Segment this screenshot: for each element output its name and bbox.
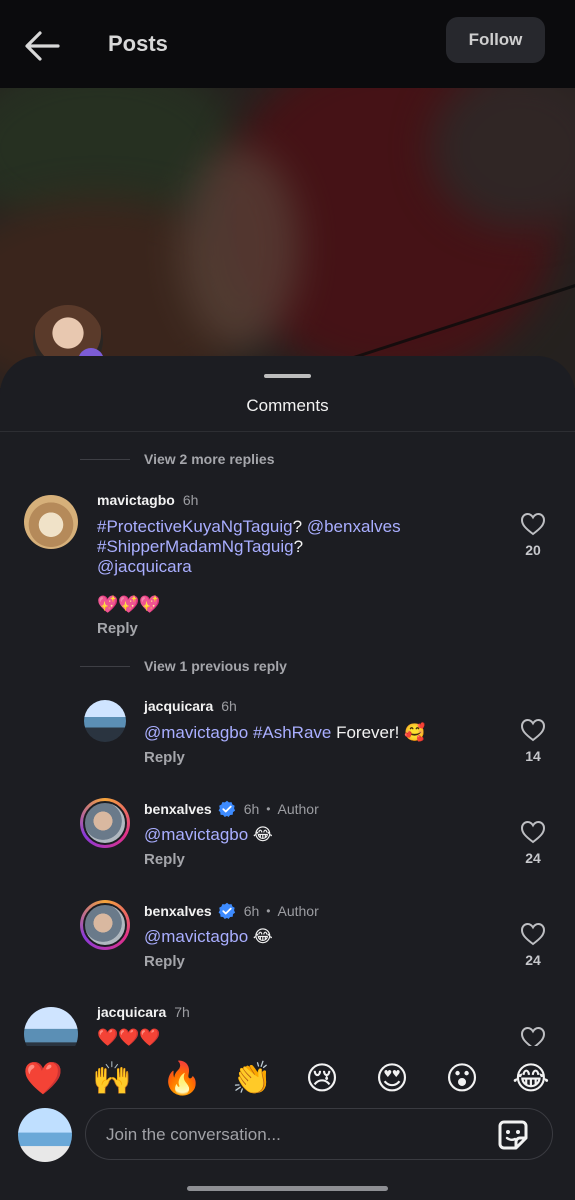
comment-body: @mavictagbo 😂	[144, 927, 484, 947]
verified-badge-icon	[218, 800, 235, 817]
like-button[interactable]: 14	[513, 718, 553, 764]
view-more-replies-label: View 2 more replies	[144, 451, 275, 467]
reaction-heart-eyes[interactable]: 😍	[370, 1056, 414, 1100]
comment-username[interactable]: jacquicara	[97, 1004, 166, 1020]
text-fragment: 😂	[248, 825, 273, 844]
avatar[interactable]	[80, 798, 130, 848]
text-fragment: Forever! 🥰	[331, 723, 426, 742]
mention[interactable]: @jacquicara	[97, 557, 192, 576]
comment-username[interactable]: benxalves	[144, 903, 212, 919]
like-count: 14	[525, 748, 541, 764]
text-fragment: 😂	[248, 927, 273, 946]
heart-icon	[520, 820, 546, 844]
comment-username[interactable]: jacquicara	[144, 698, 213, 714]
author-label: Author	[277, 801, 319, 817]
back-arrow-icon[interactable]	[22, 28, 62, 64]
quick-reactions-row: ❤️ 🙌 🔥 👏 😢 😍 😮 😂	[0, 1056, 575, 1102]
hashtag[interactable]: #AshRave	[253, 723, 331, 742]
heart-icon	[520, 922, 546, 946]
verified-badge-icon	[218, 902, 235, 919]
comment-time: 6h	[221, 698, 237, 714]
mention[interactable]: @mavictagbo	[144, 927, 248, 946]
page-title: Posts	[108, 31, 168, 56]
like-button[interactable]: 24	[513, 922, 553, 968]
heart-icon	[520, 718, 546, 742]
reaction-laughing[interactable]: 😂	[509, 1056, 553, 1100]
reaction-clap[interactable]: 👏	[230, 1056, 274, 1100]
view-previous-reply-button[interactable]: View 1 previous reply	[80, 658, 287, 674]
like-button[interactable]: 20	[513, 512, 553, 558]
comment-username[interactable]: benxalves	[144, 801, 212, 817]
avatar[interactable]	[80, 900, 130, 950]
text-fragment: ?	[293, 537, 304, 556]
divider	[0, 431, 575, 432]
avatar[interactable]	[84, 700, 126, 742]
view-more-replies-button[interactable]: View 2 more replies	[80, 451, 274, 467]
reply-button[interactable]: Reply	[97, 620, 138, 637]
comment-body: @mavictagbo 😂	[144, 825, 484, 845]
reaction-heart[interactable]: ❤️	[21, 1056, 65, 1100]
comment-body: ❤️❤️❤️	[97, 1028, 161, 1047]
sheet-title: Comments	[246, 396, 329, 415]
comment-body: #ProtectiveKuyaNgTaguig? @benxalves #Shi…	[97, 517, 437, 615]
like-count: 24	[525, 952, 541, 968]
reaction-surprised[interactable]: 😮	[440, 1056, 484, 1100]
current-user-avatar	[18, 1108, 72, 1162]
like-count: 20	[525, 542, 541, 558]
comment-time: 6h	[182, 492, 199, 508]
home-indicator[interactable]	[187, 1186, 388, 1191]
mention[interactable]: @mavictagbo	[144, 723, 248, 742]
comment-username[interactable]: mavictagbo	[97, 492, 175, 508]
like-count: 24	[525, 850, 541, 866]
hashtag[interactable]: #ShipperMadamNgTaguig	[97, 537, 294, 556]
comment-time: 6h	[243, 801, 260, 817]
reaction-raising-hands[interactable]: 🙌	[90, 1056, 134, 1100]
reply-button[interactable]: Reply	[144, 953, 185, 970]
mention[interactable]: @benxalves	[307, 517, 401, 536]
follow-button[interactable]: Follow	[446, 17, 545, 63]
hashtag[interactable]: #ProtectiveKuyaNgTaguig	[97, 517, 293, 536]
reaction-crying[interactable]: 😢	[300, 1056, 344, 1100]
comment-input-placeholder: Join the conversation...	[106, 1125, 281, 1144]
comment-body: @mavictagbo #AshRave Forever! 🥰	[144, 723, 484, 743]
author-label: Author	[277, 903, 319, 919]
reaction-fire[interactable]: 🔥	[160, 1056, 204, 1100]
heart-icon	[520, 512, 546, 536]
reply-button[interactable]: Reply	[144, 851, 185, 868]
view-previous-reply-label: View 1 previous reply	[144, 658, 287, 674]
comment-input[interactable]: Join the conversation...	[85, 1108, 553, 1160]
composer-bar: ❤️ 🙌 🔥 👏 😢 😍 😮 😂 Join the conversation..…	[0, 1046, 575, 1200]
mention[interactable]: @mavictagbo	[144, 825, 248, 844]
reply-button[interactable]: Reply	[144, 749, 185, 766]
sheet-drag-handle[interactable]	[264, 374, 311, 378]
text-fragment: ?	[292, 517, 303, 536]
comment-time: 6h	[243, 903, 260, 919]
sticker-icon[interactable]	[494, 1116, 532, 1154]
like-button[interactable]: 24	[513, 820, 553, 866]
comment-time: 7h	[174, 1004, 190, 1020]
avatar[interactable]	[24, 495, 78, 549]
comment-emojis: 💖💖💖	[97, 595, 161, 614]
top-bar: Posts Follow	[0, 0, 575, 88]
